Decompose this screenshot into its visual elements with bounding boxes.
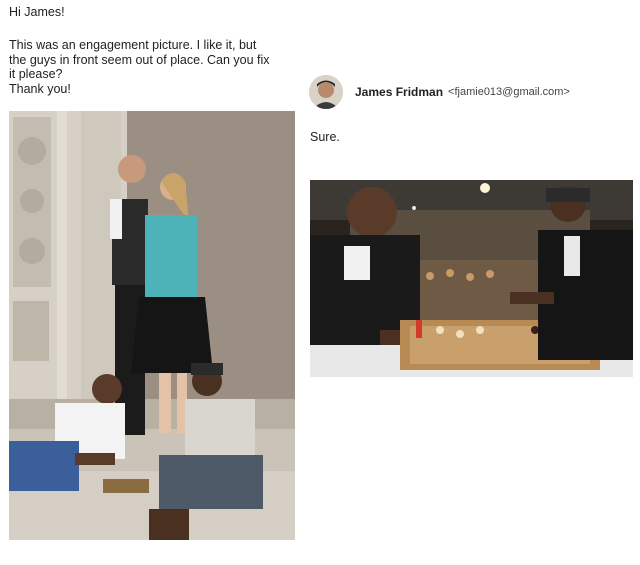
greeting-text: Hi James! xyxy=(9,5,65,19)
reply-text: Sure. xyxy=(310,130,340,144)
avatar-image xyxy=(309,75,343,109)
avatar[interactable] xyxy=(309,75,343,109)
request-line: it please? xyxy=(9,67,63,81)
request-line: Thank you! xyxy=(9,81,71,96)
request-line: the guys in front seem out of place. Can… xyxy=(9,52,270,67)
engagement-photo[interactable] xyxy=(9,111,295,540)
engagement-photo-illustration xyxy=(9,111,295,540)
reply-header: James Fridman <fjamie013@gmail.com> xyxy=(309,75,570,109)
request-message: This was an engagement picture. I like i… xyxy=(9,38,309,96)
chess-tournament-illustration xyxy=(310,180,633,377)
sender-name: James Fridman xyxy=(355,85,444,99)
request-line: This was an engagement picture. I like i… xyxy=(9,38,257,52)
edited-chess-photo[interactable] xyxy=(310,180,633,377)
sender-email[interactable]: <fjamie013@gmail.com> xyxy=(448,86,570,98)
